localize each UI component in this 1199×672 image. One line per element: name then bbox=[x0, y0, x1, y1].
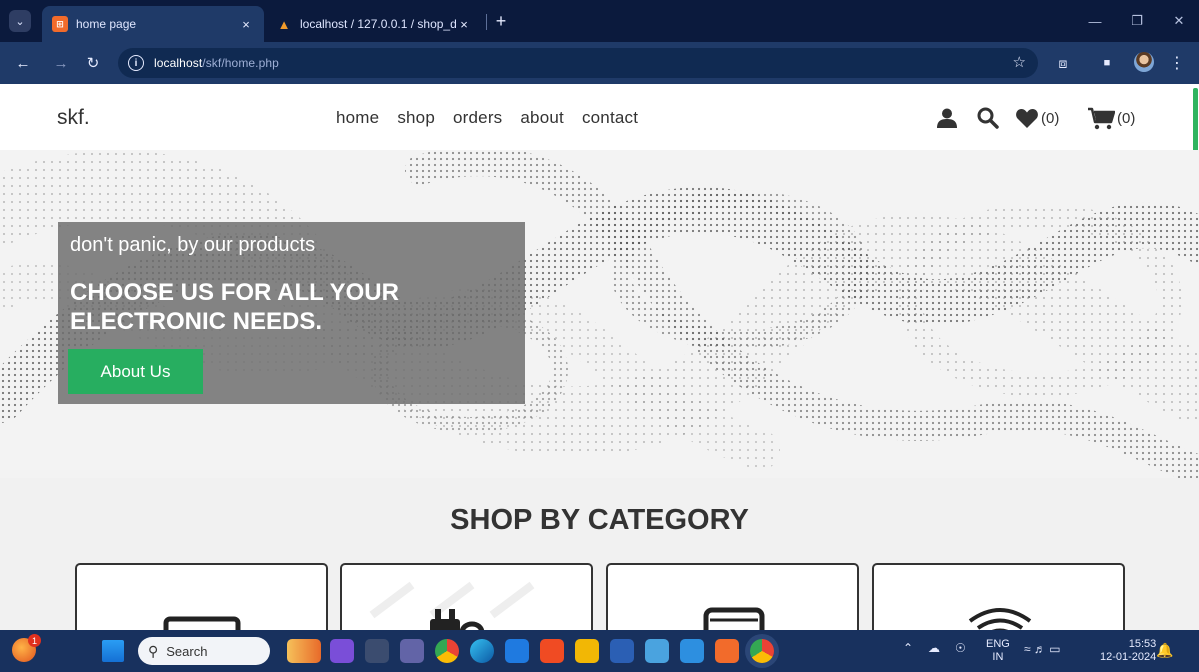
wishlist-link[interactable]: (0) bbox=[1015, 106, 1059, 130]
nav-orders[interactable]: orders bbox=[453, 108, 502, 128]
copilot-widget-icon[interactable] bbox=[287, 639, 321, 663]
side-panel-icon[interactable]: ■ bbox=[1096, 52, 1118, 74]
notepad-icon[interactable] bbox=[645, 639, 669, 663]
minimize-icon[interactable]: — bbox=[1084, 10, 1106, 32]
hero-banner: don't panic, by our products CHOOSE US F… bbox=[0, 150, 1199, 478]
xampp-icon: ⊞ bbox=[52, 16, 68, 32]
tab-title: home page bbox=[76, 17, 137, 31]
nav-about[interactable]: about bbox=[520, 108, 564, 128]
browser-toolbar: ← → ↻ i localhost/skf/home.php ☆ ⧈ ■ ⋮ bbox=[0, 42, 1199, 84]
chrome-active-icon[interactable] bbox=[750, 639, 774, 663]
file-explorer-icon[interactable] bbox=[575, 639, 599, 663]
brave-icon[interactable] bbox=[540, 639, 564, 663]
region-code: IN bbox=[992, 651, 1004, 663]
site-logo[interactable]: skf. bbox=[57, 106, 90, 130]
cart-icon bbox=[1088, 107, 1115, 130]
nav-home[interactable]: home bbox=[336, 108, 379, 128]
chrome-icon[interactable] bbox=[435, 639, 459, 663]
vpn-icon[interactable]: ☉ bbox=[955, 642, 966, 655]
language-code: ENG bbox=[986, 638, 1010, 650]
hero-subtitle: don't panic, by our products bbox=[70, 234, 316, 256]
clock-time: 15:53 bbox=[1128, 638, 1157, 650]
category-heading: SHOP BY CATEGORY bbox=[450, 504, 749, 536]
language-indicator[interactable]: ENG IN bbox=[986, 638, 1010, 664]
back-arrow-icon[interactable]: ← bbox=[12, 52, 34, 74]
url-text: localhost/skf/home.php bbox=[154, 56, 279, 70]
site-header: skf. home shop orders about contact (0) … bbox=[0, 84, 1199, 150]
store-icon[interactable] bbox=[505, 639, 529, 663]
wishlist-count: (0) bbox=[1041, 109, 1060, 127]
word-icon[interactable] bbox=[610, 639, 634, 663]
vscode-icon[interactable] bbox=[680, 639, 704, 663]
hero-title: CHOOSE US FOR ALL YOUR ELECTRONIC NEEDS. bbox=[70, 279, 399, 335]
tab-title: localhost / 127.0.0.1 / shop_db / bbox=[300, 17, 456, 31]
tray-overflow-chevron-icon[interactable]: ⌃ bbox=[903, 642, 913, 655]
close-tab-button[interactable]: × bbox=[456, 17, 472, 32]
cart-count: (0) bbox=[1117, 109, 1136, 127]
nav-contact[interactable]: contact bbox=[582, 108, 638, 128]
window-close-icon[interactable]: ✕ bbox=[1168, 10, 1190, 32]
restore-icon[interactable]: ❐ bbox=[1126, 10, 1148, 32]
close-tab-button[interactable]: × bbox=[238, 17, 254, 32]
main-navigation: home shop orders about contact bbox=[336, 108, 638, 128]
hero-content-box: don't panic, by our products CHOOSE US F… bbox=[58, 222, 525, 404]
extensions-puzzle-icon[interactable]: ⧈ bbox=[1052, 52, 1074, 74]
os-taskbar: 1 ⚲ Search ⌃ ☁ ☉ ENG IN ≈ ♬ ▭ 15:53 12-0… bbox=[0, 630, 1199, 672]
windows-start-icon[interactable] bbox=[102, 640, 124, 662]
pre-app-icon[interactable] bbox=[330, 639, 354, 663]
phpmyadmin-icon: ▲ bbox=[277, 16, 291, 32]
bookmark-star-icon[interactable]: ☆ bbox=[1013, 53, 1026, 71]
tab-phpmyadmin[interactable]: ▲ localhost / 127.0.0.1 / shop_db / × bbox=[266, 6, 482, 42]
forward-arrow-icon[interactable]: → bbox=[50, 52, 72, 74]
tab-search-chevron-icon[interactable]: ⌄ bbox=[9, 10, 31, 32]
wifi-status-icon[interactable]: ≈ ♬ ▭ bbox=[1024, 643, 1061, 656]
edge-icon[interactable] bbox=[470, 639, 494, 663]
notification-badge: 1 bbox=[28, 634, 41, 647]
reload-icon[interactable]: ↻ bbox=[82, 52, 104, 74]
site-info-icon[interactable]: i bbox=[128, 55, 144, 71]
tab-divider bbox=[486, 14, 487, 30]
cart-link[interactable]: (0) bbox=[1087, 106, 1135, 130]
notification-bell-icon[interactable]: 🔔 bbox=[1156, 642, 1173, 659]
search-icon[interactable] bbox=[976, 106, 1000, 130]
browser-tab-strip: ⌄ ⊞ home page × ▲ localhost / 127.0.0.1 … bbox=[0, 0, 1199, 42]
taskbar-search-label: Search bbox=[166, 643, 208, 659]
onedrive-cloud-icon[interactable]: ☁ bbox=[928, 642, 940, 655]
profile-avatar[interactable] bbox=[1134, 52, 1154, 72]
clock[interactable]: 15:53 12-01-2024 bbox=[1100, 638, 1156, 664]
more-menu-icon[interactable]: ⋮ bbox=[1166, 52, 1188, 74]
teams-icon[interactable] bbox=[400, 639, 424, 663]
xampp-taskbar-icon[interactable] bbox=[715, 639, 739, 663]
user-icon[interactable] bbox=[936, 106, 958, 130]
task-view-icon[interactable] bbox=[365, 639, 389, 663]
address-bar[interactable]: i localhost/skf/home.php ☆ bbox=[118, 48, 1038, 78]
about-us-button[interactable]: About Us bbox=[68, 349, 203, 394]
tab-home-page[interactable]: ⊞ home page × bbox=[42, 6, 264, 42]
heart-icon bbox=[1016, 109, 1038, 128]
search-icon: ⚲ bbox=[148, 642, 159, 659]
new-tab-button[interactable]: + bbox=[490, 10, 512, 32]
clock-date: 12-01-2024 bbox=[1100, 651, 1157, 663]
taskbar-search-input[interactable]: ⚲ Search bbox=[138, 637, 270, 665]
nav-shop[interactable]: shop bbox=[397, 108, 435, 128]
